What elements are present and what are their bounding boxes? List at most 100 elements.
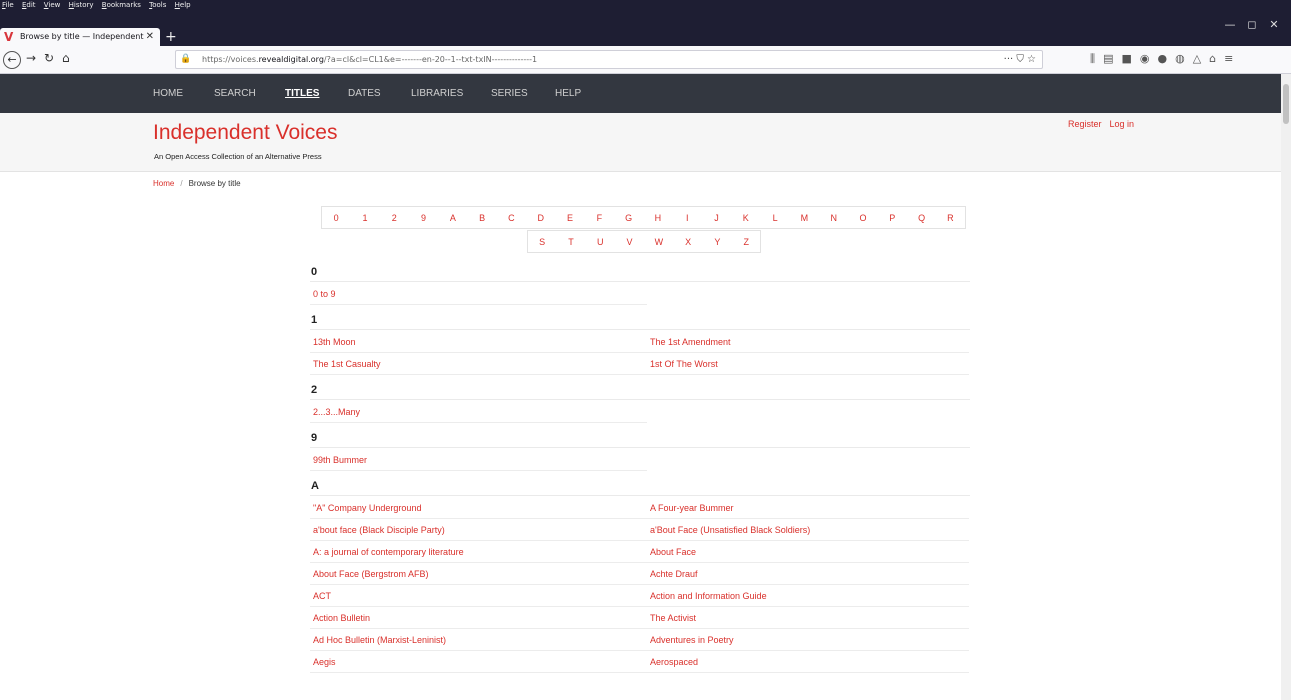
- title-link[interactable]: a'Bout Face (Unsatisfied Black Soldiers): [647, 519, 969, 541]
- breadcrumb-separator: /: [180, 179, 183, 188]
- title-link[interactable]: Aerospaced: [647, 651, 969, 673]
- alphabet-letter-link[interactable]: 2: [379, 206, 409, 229]
- breadcrumb-home[interactable]: Home: [153, 179, 174, 188]
- alphabet-letter-link[interactable]: 1: [350, 206, 380, 229]
- alphabet-letter-link[interactable]: T: [556, 230, 586, 253]
- tab-browse-by-title[interactable]: V Browse by title — Independent ✕: [0, 28, 160, 46]
- menu-file[interactable]: File: [2, 1, 14, 9]
- menu-history[interactable]: History: [69, 1, 94, 9]
- nav-titles[interactable]: TITLES: [285, 74, 319, 113]
- title-link[interactable]: About Face (Bergstrom AFB): [310, 563, 647, 585]
- alphabet-letter-link[interactable]: C: [496, 206, 527, 229]
- alphabet-index-row-1: 0129ABCDEFGHIJKLMNOPQR: [321, 206, 966, 229]
- alphabet-letter-link[interactable]: X: [673, 230, 703, 253]
- new-tab-icon[interactable]: +: [165, 28, 177, 46]
- title-link[interactable]: Aegis: [310, 651, 647, 673]
- section-title-grid: 13th Moon The 1st Amendment The 1st Casual…: [310, 331, 970, 375]
- minimize-icon[interactable]: —: [1219, 18, 1241, 31]
- menu-edit[interactable]: Edit: [22, 1, 36, 9]
- alphabet-letter-link[interactable]: D: [526, 206, 556, 229]
- title-link[interactable]: Achte Drauf: [647, 563, 969, 585]
- title-link[interactable]: About Face: [647, 541, 969, 563]
- extension-icon[interactable]: ■: [1121, 52, 1139, 65]
- nav-home[interactable]: HOME: [153, 74, 183, 113]
- alphabet-letter-link[interactable]: Z: [732, 230, 762, 253]
- alphabet-letter-link[interactable]: V: [614, 230, 645, 253]
- title-link[interactable]: 1st Of The Worst: [647, 353, 969, 375]
- alphabet-letter-link[interactable]: U: [585, 230, 615, 253]
- window-controls: — ◻ ✕: [1219, 18, 1285, 31]
- alphabet-letter-link[interactable]: I: [672, 206, 702, 229]
- menu-help[interactable]: Help: [175, 1, 191, 9]
- alphabet-letter-link[interactable]: H: [643, 206, 673, 229]
- title-link[interactable]: The 1st Casualty: [310, 353, 647, 375]
- forward-icon[interactable]: →: [26, 51, 36, 65]
- house-icon[interactable]: ⌂: [1209, 52, 1224, 65]
- title-link[interactable]: 0 to 9: [310, 283, 647, 305]
- alphabet-letter-link[interactable]: R: [936, 206, 966, 229]
- title-link[interactable]: Action Bulletin: [310, 607, 647, 629]
- title-link[interactable]: Action and Information Guide: [647, 585, 969, 607]
- menu-icon[interactable]: ≡: [1224, 52, 1241, 65]
- title-link[interactable]: The Activist: [647, 607, 969, 629]
- library-icon[interactable]: ⫼: [1090, 52, 1103, 65]
- vpn-icon[interactable]: ◍: [1175, 52, 1193, 65]
- close-window-icon[interactable]: ✕: [1263, 18, 1285, 31]
- alphabet-letter-link[interactable]: P: [877, 206, 907, 229]
- alphabet-letter-link[interactable]: L: [760, 206, 790, 229]
- alphabet-letter-link[interactable]: G: [613, 206, 644, 229]
- nav-dates[interactable]: DATES: [348, 74, 381, 113]
- url-actions[interactable]: ··· ⛉ ☆: [1004, 51, 1036, 68]
- drive-icon[interactable]: △: [1193, 52, 1209, 65]
- nav-search[interactable]: SEARCH: [214, 74, 256, 113]
- title-link[interactable]: Adventures in Poetry: [647, 629, 969, 651]
- alphabet-letter-link[interactable]: A: [438, 206, 468, 229]
- home-icon[interactable]: ⌂: [62, 51, 70, 65]
- alphabet-letter-link[interactable]: S: [527, 230, 557, 253]
- alphabet-letter-link[interactable]: O: [848, 206, 878, 229]
- alphabet-letter-link[interactable]: Y: [702, 230, 733, 253]
- url-bar[interactable]: 🔒 https://voices.revealdigital.org/?a=cl…: [175, 50, 1043, 69]
- alphabet-letter-link[interactable]: M: [789, 206, 820, 229]
- page-scrollbar[interactable]: [1281, 74, 1291, 700]
- login-link[interactable]: Log in: [1110, 119, 1135, 129]
- alphabet-letter-link[interactable]: F: [584, 206, 614, 229]
- alphabet-letter-link[interactable]: W: [644, 230, 674, 253]
- nav-series[interactable]: SERIES: [491, 74, 528, 113]
- title-link[interactable]: 99th Bummer: [310, 449, 647, 471]
- scrollbar-thumb[interactable]: [1283, 84, 1289, 124]
- menu-tools[interactable]: Tools: [149, 1, 166, 9]
- title-link[interactable]: A Four-year Bummer: [647, 497, 969, 519]
- reload-icon[interactable]: ↻: [44, 51, 54, 65]
- sidebar-icon[interactable]: ▤: [1103, 52, 1121, 65]
- alphabet-letter-link[interactable]: 9: [408, 206, 439, 229]
- menu-view[interactable]: View: [44, 1, 61, 9]
- title-link[interactable]: a'bout face (Black Disciple Party): [310, 519, 647, 541]
- title-link[interactable]: ACT: [310, 585, 647, 607]
- alphabet-letter-link[interactable]: K: [731, 206, 761, 229]
- alphabet-letter-link[interactable]: J: [701, 206, 732, 229]
- tab-close-icon[interactable]: ✕: [146, 28, 154, 46]
- title-link[interactable]: "A" Company Underground: [310, 497, 647, 519]
- restore-icon[interactable]: ◻: [1241, 18, 1263, 31]
- title-link[interactable]: 2...3...Many: [310, 401, 647, 423]
- alphabet-letter-link[interactable]: N: [819, 206, 849, 229]
- alphabet-letter-link[interactable]: 0: [321, 206, 351, 229]
- title-link[interactable]: 13th Moon: [310, 331, 647, 353]
- alphabet-letter-link[interactable]: B: [467, 206, 497, 229]
- alphabet-letter-link[interactable]: Q: [906, 206, 937, 229]
- browser-navbar: ← → ↻ ⌂ 🔒 https://voices.revealdigital.o…: [0, 46, 1291, 74]
- breadcrumb: Home / Browse by title: [153, 179, 241, 188]
- register-link[interactable]: Register: [1068, 119, 1102, 129]
- site-title[interactable]: Independent Voices: [153, 121, 338, 145]
- title-link[interactable]: The 1st Amendment: [647, 331, 969, 353]
- account-icon[interactable]: ●: [1157, 52, 1175, 65]
- nav-libraries[interactable]: LIBRARIES: [411, 74, 463, 113]
- title-link[interactable]: Ad Hoc Bulletin (Marxist-Leninist): [310, 629, 647, 651]
- menu-bookmarks[interactable]: Bookmarks: [102, 1, 141, 9]
- alphabet-letter-link[interactable]: E: [555, 206, 585, 229]
- title-link[interactable]: A: a journal of contemporary literature: [310, 541, 647, 563]
- addon-icon[interactable]: ◉: [1140, 52, 1158, 65]
- back-icon[interactable]: ←: [3, 51, 21, 69]
- nav-help[interactable]: HELP: [555, 74, 581, 113]
